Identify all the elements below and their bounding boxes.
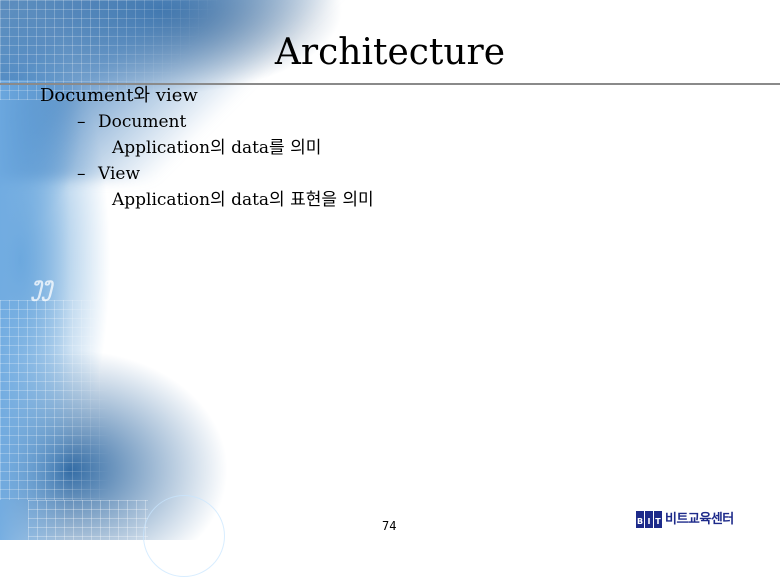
logo-letter: I: [645, 511, 653, 528]
list-item-label: View: [98, 164, 141, 184]
logo-letter: T: [654, 511, 662, 528]
slide: Architecture Document와 view – Document Ap…: [0, 0, 780, 540]
list-item-view: – View: [77, 163, 140, 185]
section-heading: Document와 view: [40, 85, 198, 106]
list-item-label: Document: [98, 112, 187, 132]
bit-logo-mark: B I T: [636, 511, 663, 528]
bit-logo: B I T 비트교육센터: [636, 511, 734, 528]
page-number: 74: [382, 519, 397, 533]
bullet-dash: –: [77, 112, 86, 132]
list-item-description: Application의 data의 표현을 의미: [112, 190, 374, 210]
list-item-document: – Document: [77, 111, 186, 133]
list-item-description: Application의 data를 의미: [112, 138, 322, 158]
bullet-dash: –: [77, 164, 86, 184]
slide-title: Architecture: [0, 30, 780, 76]
logo-letter: B: [636, 511, 644, 528]
slide-title-text: Architecture: [274, 32, 506, 73]
logo-text: 비트교육센터: [665, 512, 734, 527]
